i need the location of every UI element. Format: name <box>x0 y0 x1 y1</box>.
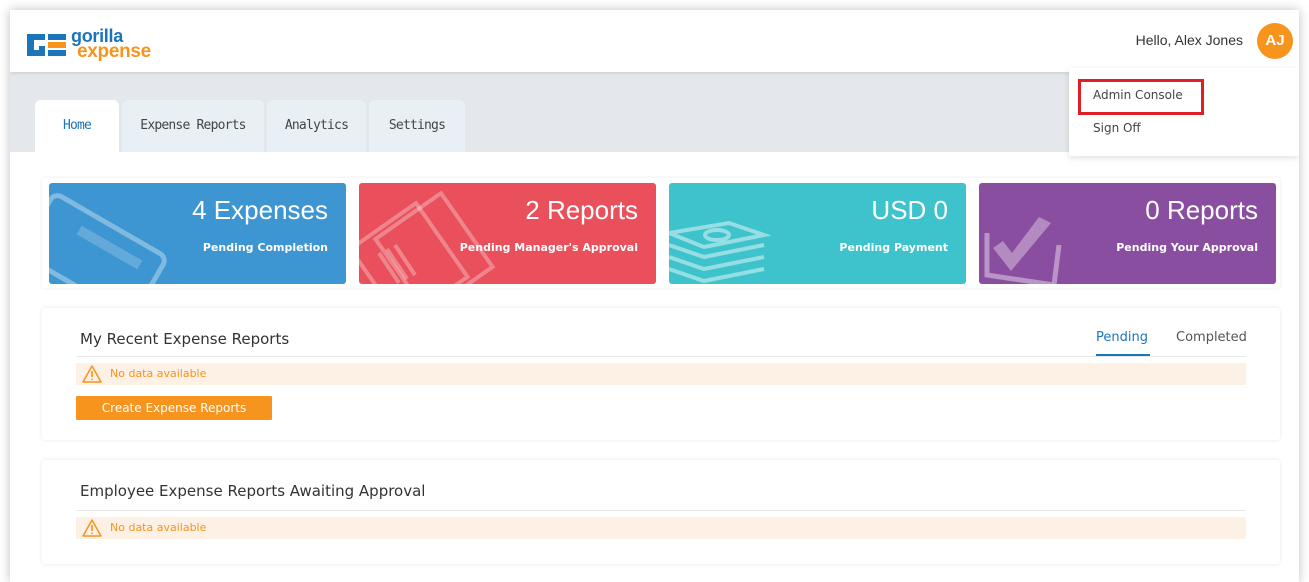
card-value: 4 Expenses <box>192 195 328 225</box>
card-expenses-pending-completion[interactable]: 4 Expenses Pending Completion <box>49 183 346 284</box>
card-value: 2 Reports <box>525 195 638 225</box>
panel-title: My Recent Expense Reports <box>80 330 290 348</box>
tab-settings[interactable]: Settings <box>369 100 465 152</box>
tab-completed[interactable]: Completed <box>1176 330 1247 345</box>
card-caption: Pending Payment <box>839 241 948 254</box>
card-caption: Pending Manager's Approval <box>459 241 638 254</box>
empty-state-notice: No data available <box>76 363 1246 385</box>
awaiting-approval-panel: Employee Expense Reports Awaiting Approv… <box>42 460 1280 564</box>
empty-state-notice: No data available <box>76 517 1246 539</box>
tab-expense-reports[interactable]: Expense Reports <box>122 100 264 152</box>
user-avatar[interactable]: AJ <box>1257 23 1293 59</box>
warning-icon <box>82 519 102 537</box>
menu-item-sign-off[interactable]: Sign Off <box>1093 121 1141 135</box>
top-header: gorilla expense Hello, Alex Jones AJ <box>10 10 1299 72</box>
card-reports-pending-manager-approval[interactable]: 2 Reports Pending Manager's Approval <box>359 183 656 284</box>
empty-state-text: No data available <box>110 367 207 380</box>
card-value: 0 Reports <box>1145 195 1258 225</box>
card-reports-pending-your-approval[interactable]: 0 Reports Pending Your Approval <box>979 183 1276 284</box>
user-menu-dropdown: Admin Console Sign Off <box>1069 68 1299 156</box>
create-expense-reports-button[interactable]: Create Expense Reports <box>76 396 272 420</box>
recent-reports-panel: My Recent Expense Reports Pending Comple… <box>42 308 1280 440</box>
warning-icon <box>82 365 102 383</box>
user-greeting[interactable]: Hello, Alex Jones <box>1136 32 1243 48</box>
divider <box>76 356 1246 357</box>
empty-state-text: No data available <box>110 521 207 534</box>
tab-home[interactable]: Home <box>35 100 119 152</box>
card-caption: Pending Completion <box>202 241 328 254</box>
menu-item-admin-console[interactable]: Admin Console <box>1093 88 1183 102</box>
logo-mark-icon <box>27 34 66 56</box>
tab-analytics[interactable]: Analytics <box>267 100 366 152</box>
card-value: USD 0 <box>871 195 948 225</box>
logo-word-expense: expense <box>77 41 151 62</box>
card-usd-pending-payment[interactable]: USD 0 Pending Payment <box>669 183 966 284</box>
divider <box>76 510 1246 511</box>
card-caption: Pending Your Approval <box>1116 241 1258 254</box>
panel-title: Employee Expense Reports Awaiting Approv… <box>80 482 426 500</box>
tab-pending[interactable]: Pending <box>1096 330 1148 345</box>
summary-cards: 4 Expenses Pending Completion 2 Reports … <box>42 178 1280 288</box>
app-window: gorilla expense Hello, Alex Jones AJ Adm… <box>10 10 1299 582</box>
